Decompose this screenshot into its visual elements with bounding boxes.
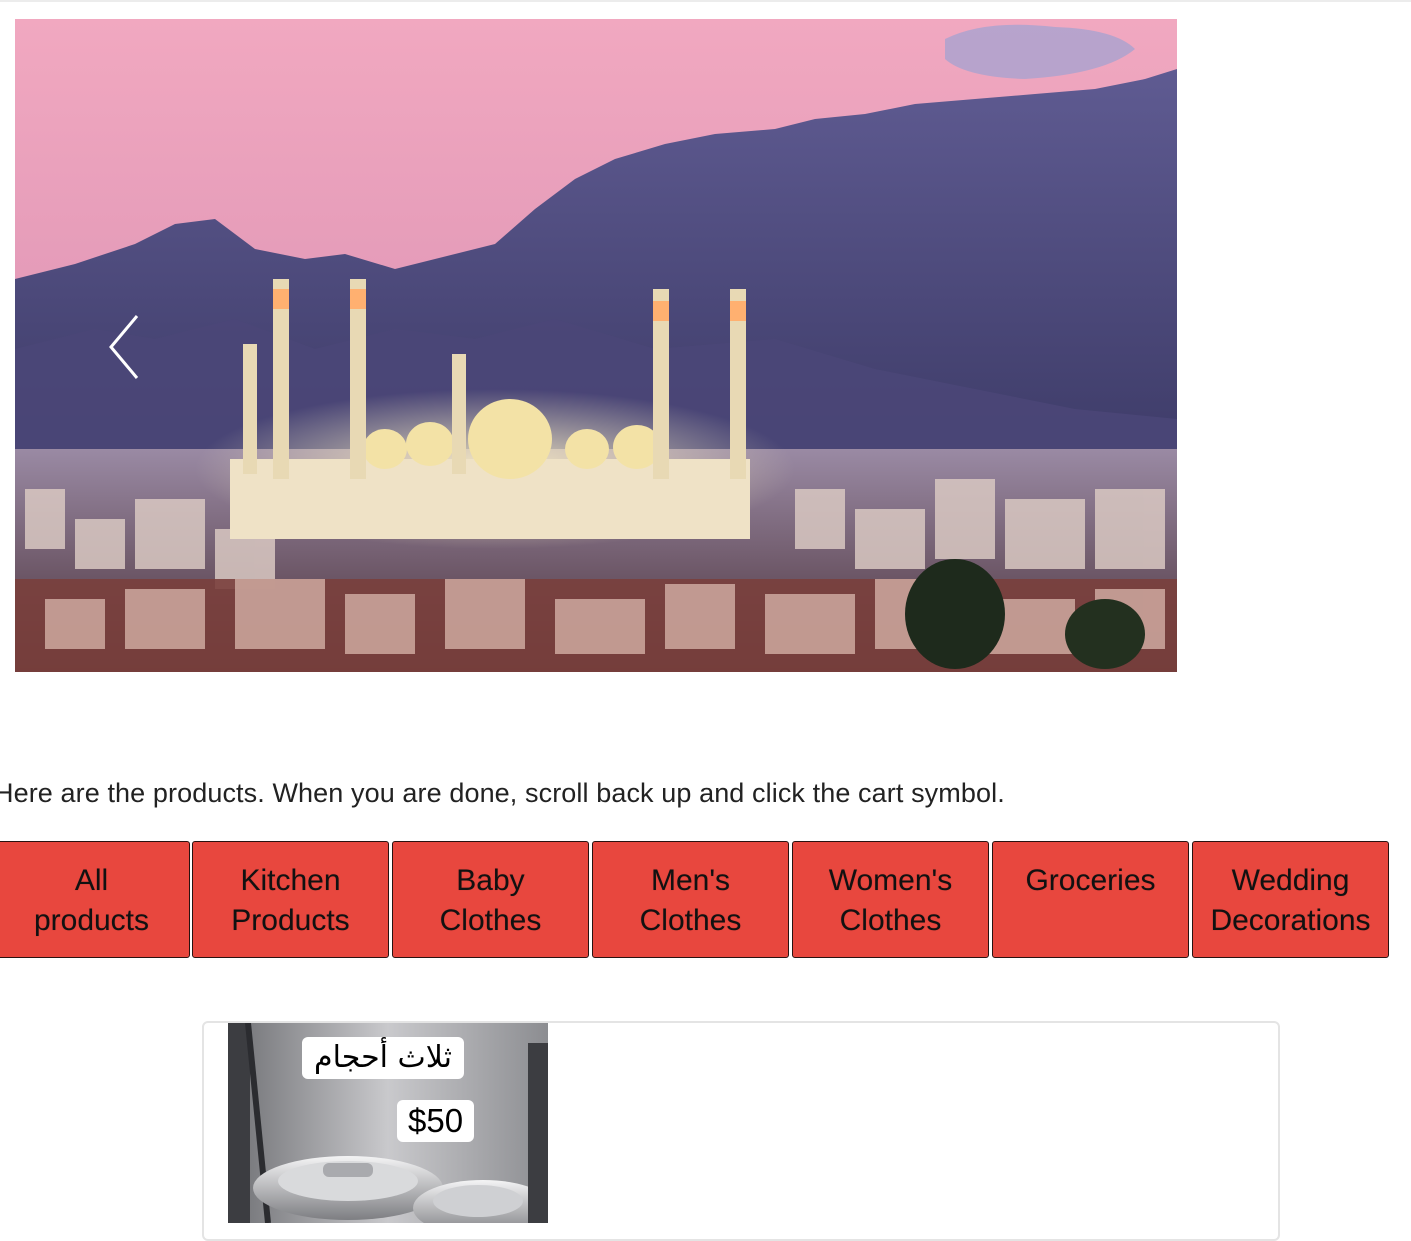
category-groceries-button[interactable]: Groceries: [992, 841, 1189, 958]
category-label: Baby: [456, 864, 525, 897]
category-label: Women's: [828, 864, 953, 897]
products-intro-text: Here are the products. When you are done…: [0, 778, 1005, 808]
category-label: All: [74, 864, 109, 897]
product-price-label: $50: [397, 1100, 475, 1142]
category-baby-clothes-button[interactable]: Baby Clothes: [392, 841, 589, 958]
category-filter-bar: All products Kitchen Products Baby Cloth…: [0, 841, 1411, 960]
category-wedding-decorations-button[interactable]: Wedding Decorations: [1192, 841, 1389, 958]
category-label: Wedding: [1231, 864, 1350, 897]
category-label: Clothes: [839, 904, 942, 937]
product-size-label: ثلاث أحجام: [302, 1037, 464, 1079]
hero-image: [15, 19, 1177, 672]
carousel-prev-button[interactable]: [101, 312, 151, 382]
category-label: Groceries: [1025, 864, 1156, 897]
category-kitchen-products-button[interactable]: Kitchen Products: [192, 841, 389, 958]
category-label: Products: [231, 904, 350, 937]
category-mens-clothes-button[interactable]: Men's Clothes: [592, 841, 789, 958]
top-divider: [0, 0, 1411, 2]
category-label: Clothes: [639, 904, 742, 937]
category-label: Clothes: [439, 904, 542, 937]
category-all-products-button[interactable]: All products: [0, 841, 190, 958]
product-card[interactable]: ثلاث أحجام $50: [202, 1021, 1280, 1241]
category-womens-clothes-button[interactable]: Women's Clothes: [792, 841, 989, 958]
category-label: products: [33, 904, 150, 937]
hero-carousel: [15, 19, 1177, 672]
product-image[interactable]: ثلاث أحجام $50: [228, 1023, 548, 1223]
category-label: Men's: [650, 864, 731, 897]
category-label: Decorations: [1210, 904, 1371, 937]
chevron-left-icon: [109, 315, 139, 379]
category-label: Kitchen: [240, 864, 341, 897]
